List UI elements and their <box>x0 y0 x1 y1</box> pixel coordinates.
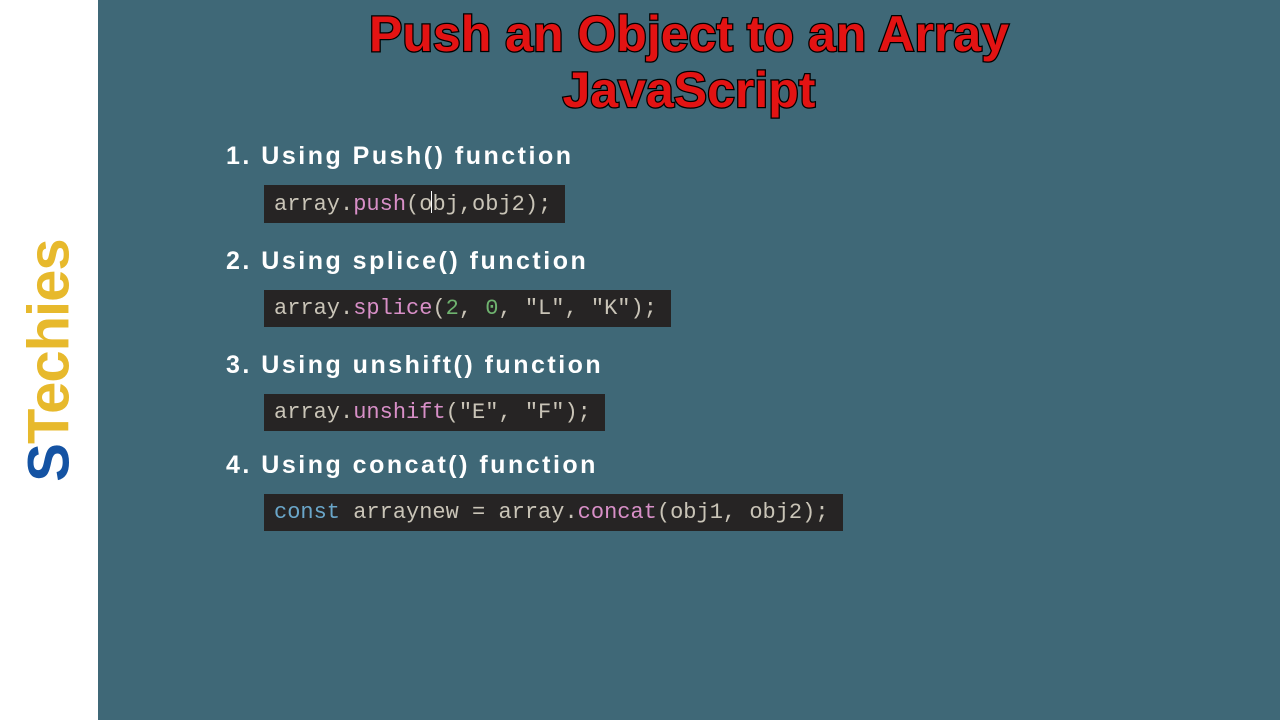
code-snippet-unshift: array.unshift("E", "F"); <box>264 394 605 431</box>
code-paren-close: ) <box>564 400 577 425</box>
code-semicolon: ; <box>815 500 828 525</box>
code-comma: , <box>564 296 590 321</box>
code-semicolon: ; <box>538 192 551 217</box>
code-comma: , <box>498 400 524 425</box>
code-string: "K" <box>591 296 631 321</box>
sidebar: STechies <box>0 0 98 720</box>
code-paren-open: ( <box>657 500 670 525</box>
code-paren-open: ( <box>432 296 445 321</box>
code-paren-close: ) <box>630 296 643 321</box>
code-comma: , <box>459 296 485 321</box>
code-function: concat <box>578 500 657 525</box>
code-object: array <box>274 400 340 425</box>
code-arg: obj2 <box>472 192 525 217</box>
code-paren-close: ) <box>525 192 538 217</box>
code-dot: . <box>340 296 353 321</box>
section-heading-1: 1. Using Push() function <box>226 142 1240 171</box>
section-heading-4: 4. Using concat() function <box>226 451 1240 480</box>
code-arg: obj1 <box>670 500 723 525</box>
code-object: array <box>274 192 340 217</box>
code-paren-open: ( <box>406 192 419 217</box>
code-variable: arraynew <box>353 500 459 525</box>
code-snippet-splice: array.splice(2, 0, "L", "K"); <box>264 290 671 327</box>
code-comma: , <box>498 296 524 321</box>
code-keyword: const <box>274 500 340 525</box>
code-paren-close: ) <box>802 500 815 525</box>
brand-initial: S <box>17 444 82 482</box>
code-snippet-push: array.push(obj,obj2); <box>264 185 565 223</box>
code-string: "E" <box>459 400 499 425</box>
code-object: array <box>498 500 564 525</box>
code-space <box>340 500 353 525</box>
title-line-1: Push an Object to an Array <box>369 6 1009 62</box>
code-arg: obj2 <box>749 500 802 525</box>
code-snippet-concat: const arraynew = array.concat(obj1, obj2… <box>264 494 843 531</box>
code-equals: = <box>459 500 499 525</box>
code-comma: , <box>459 192 472 217</box>
section-heading-3: 3. Using unshift() function <box>226 351 1240 380</box>
code-paren-open: ( <box>446 400 459 425</box>
code-string: "L" <box>525 296 565 321</box>
code-block-2: array.splice(2, 0, "L", "K"); <box>264 290 1240 327</box>
code-semicolon: ; <box>578 400 591 425</box>
code-arg: bj <box>432 192 458 217</box>
code-function: splice <box>353 296 432 321</box>
code-function: push <box>353 192 406 217</box>
code-comma: , <box>723 500 749 525</box>
code-block-3: array.unshift("E", "F"); <box>264 394 1240 431</box>
code-object: array <box>274 296 340 321</box>
code-block-4: const arraynew = array.concat(obj1, obj2… <box>264 494 1240 531</box>
code-function: unshift <box>353 400 445 425</box>
code-dot: . <box>564 500 577 525</box>
page-title: Push an Object to an Array JavaScript <box>138 6 1240 118</box>
code-block-1: array.push(obj,obj2); <box>264 185 1240 223</box>
main-panel: Push an Object to an Array JavaScript 1.… <box>98 0 1280 720</box>
code-number: 2 <box>446 296 459 321</box>
code-string: "F" <box>525 400 565 425</box>
code-semicolon: ; <box>644 296 657 321</box>
code-dot: . <box>340 192 353 217</box>
section-heading-2: 2. Using splice() function <box>226 247 1240 276</box>
code-dot: . <box>340 400 353 425</box>
content: 1. Using Push() function array.push(obj,… <box>138 142 1240 531</box>
title-line-2: JavaScript <box>563 62 816 118</box>
code-number: 0 <box>485 296 498 321</box>
brand-logo: STechies <box>16 239 83 481</box>
brand-rest: Techies <box>17 239 82 444</box>
